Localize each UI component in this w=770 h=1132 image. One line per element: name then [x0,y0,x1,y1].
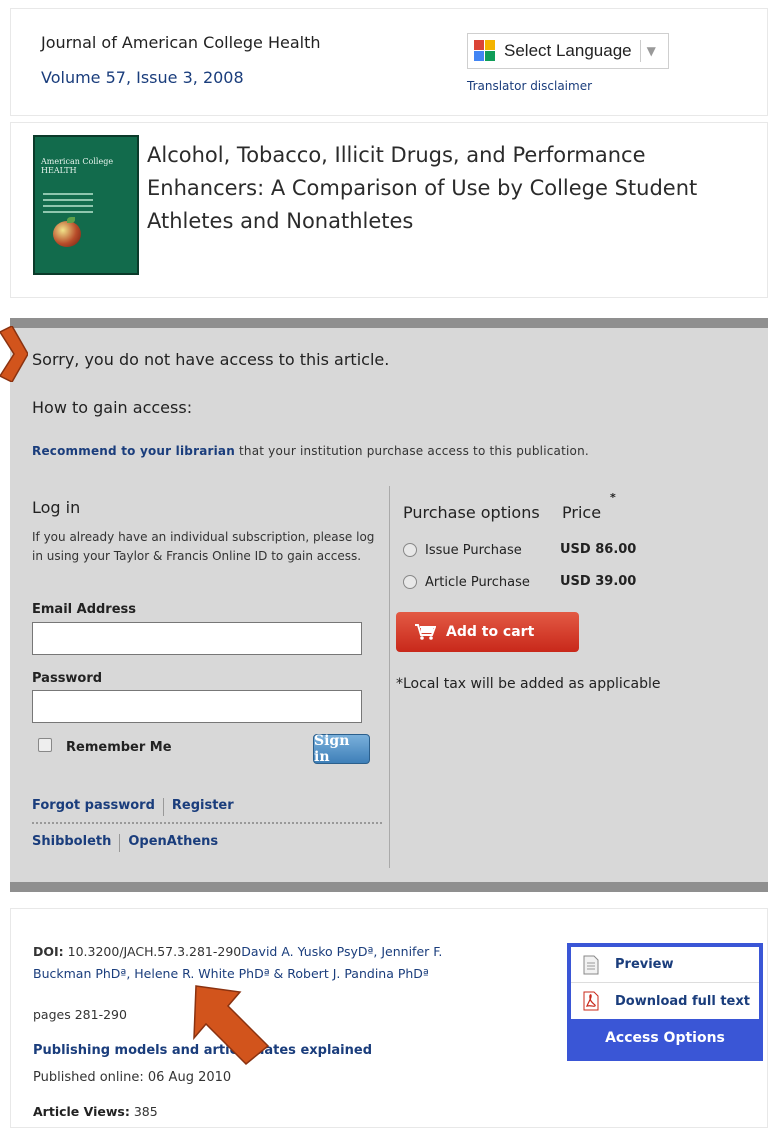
google-translate-icon [474,40,496,62]
pdf-icon [583,991,599,1011]
article-views: Article Views: 385 [33,1104,158,1119]
journal-volume-link[interactable]: Volume 57, Issue 3, 2008 [41,68,244,87]
access-options-widget: Preview Download full text Access Option… [567,943,763,1061]
forgot-password-link[interactable]: Forgot password [32,798,155,816]
cover-text-lines [43,193,93,217]
article-title: Alcohol, Tobacco, Illicit Drugs, and Per… [147,143,698,233]
document-icon [583,955,599,974]
article-purchase-label[interactable]: Article Purchase [425,575,530,590]
issue-purchase-price: USD 86.00 [560,542,637,557]
access-options-button[interactable]: Access Options [571,1019,759,1057]
dotted-divider [32,822,382,824]
download-full-text-link[interactable]: Download full text [571,983,759,1019]
page-range: pages 281-290 [33,1007,127,1022]
apple-icon [53,221,81,247]
annotation-arrow-right-icon [0,326,28,382]
tax-note: *Local tax will be added as applicable [396,676,661,692]
remember-me-checkbox[interactable] [38,738,52,752]
article-purchase-radio[interactable] [403,575,417,589]
register-link[interactable]: Register [172,798,234,816]
issue-purchase-radio[interactable] [403,543,417,557]
chevron-down-icon: ▼ [646,44,656,58]
language-select-label: Select Language [504,41,632,60]
journal-cover-image: American College HEALTH [33,135,139,275]
login-help-text: If you already have an individual subscr… [32,530,375,563]
link-separator [119,834,121,852]
apple-leaf-icon [67,217,75,223]
recommend-librarian-text: that your institution purchase access to… [234,444,589,458]
password-label: Password [32,671,103,686]
published-date: Published online: 06 Aug 2010 [33,1070,232,1085]
email-label: Email Address [32,602,137,617]
issue-purchase-label[interactable]: Issue Purchase [425,543,522,558]
article-info: DOI: 10.3200/JACH.57.3.281-290David A. Y… [10,908,768,1128]
article-views-label: Article Views: [33,1104,130,1119]
doi-label: DOI: [33,944,64,959]
journal-title[interactable]: Journal of American College Health [41,33,320,52]
password-field[interactable] [32,690,362,723]
link-separator [162,798,164,816]
preview-label: Preview [615,957,674,972]
language-select[interactable]: Select Language ▼ [467,33,669,69]
language-select-divider [639,40,641,62]
institutional-login-links: Shibboleth OpenAthens [32,834,218,852]
no-access-message: Sorry, you do not have access to this ar… [32,350,390,369]
cart-icon [415,624,436,640]
add-to-cart-label: Add to cart [446,624,535,640]
recommend-librarian-line: Recommend to your librarian that your in… [32,444,589,458]
add-to-cart-button[interactable]: Add to cart [396,612,579,652]
column-divider [389,486,390,868]
account-links: Forgot password Register [32,798,234,816]
panel-bottom-border [10,882,768,892]
how-to-gain-access-heading: How to gain access: [32,398,193,417]
download-full-text-label: Download full text [615,993,750,1009]
recommend-librarian-link[interactable]: Recommend to your librarian [32,444,235,458]
remember-me-label[interactable]: Remember Me [66,740,172,755]
price-heading: Price [562,503,602,522]
shibboleth-link[interactable]: Shibboleth [32,834,111,852]
article-header: American College HEALTH Alcohol, Tobacco… [10,122,768,298]
sign-in-button[interactable]: Sign in [313,733,370,765]
translator-disclaimer-link[interactable]: Translator disclaimer [467,79,592,93]
doi-value[interactable]: 10.3200/JACH.57.3.281-290 [68,944,242,959]
purchase-options-heading: Purchase options [403,503,540,522]
email-field[interactable] [32,622,362,655]
journal-header: Journal of American College Health Volum… [10,8,768,116]
panel-top-border [10,318,768,328]
openathens-link[interactable]: OpenAthens [128,834,218,852]
article-views-count: 385 [133,1104,158,1119]
login-heading: Log in [32,498,81,517]
access-panel: Sorry, you do not have access to this ar… [10,328,768,882]
access-links: Preview Download full text [571,947,759,1019]
annotation-arrow-up-icon [193,985,270,1066]
doi-and-authors: DOI: 10.3200/JACH.57.3.281-290David A. Y… [33,941,493,985]
article-purchase-price: USD 39.00 [560,574,637,589]
preview-link[interactable]: Preview [571,947,759,983]
cover-title: American College HEALTH [41,157,114,175]
price-footnote-marker: * [610,491,616,504]
